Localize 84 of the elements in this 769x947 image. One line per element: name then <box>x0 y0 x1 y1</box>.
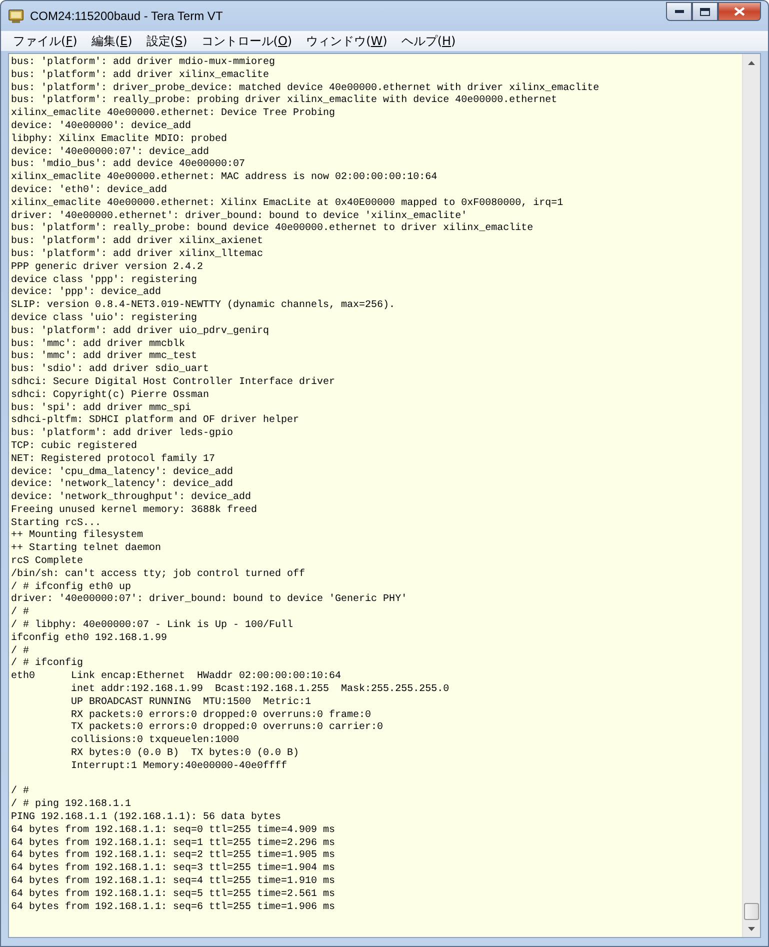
terminal-line: bus: 'platform': really_probe: probing driver xilinx_emaclite with device 40e00000.ethernet <box>11 95 558 108</box>
terminal-line: Starting rcS... <box>11 518 102 530</box>
menu-item[interactable]: ヘルプ(H) <box>394 30 463 52</box>
terminal-line: SLIP: version 0.8.4-NET3.019-NEWTTY (dynamic channels, max=256). <box>11 300 396 312</box>
terminal-line: ifconfig eth0 192.168.1.99 <box>11 632 168 646</box>
terminal-line: bus: 'platform': add driver leds-gpio <box>11 428 234 440</box>
terminal-line: bus: 'platform': add driver xilinx_emaclite <box>11 70 270 82</box>
app-icon <box>8 8 24 24</box>
terminal-line: PPP generic driver version 2.4.2 <box>11 262 204 274</box>
close-icon <box>734 7 745 16</box>
terminal-line: TCP: cubic registered <box>11 440 138 454</box>
terminal-line: 64 bytes from 192.168.1.1: seq=3 ttl=255 time=1.904 ms <box>11 863 336 876</box>
scroll-thumb[interactable] <box>744 903 759 920</box>
terminal-line: bus: 'platform': add driver uio_pdrv_genirq <box>11 326 270 338</box>
terminal-line: device: 'eth0': device_add <box>11 184 168 198</box>
terminal-line: eth0 Link encap:Ethernet HWaddr 02:00:00:00:10:64 <box>11 671 342 684</box>
terminal-line: NET: Registered protocol family 17 <box>11 454 216 466</box>
maximize-button[interactable] <box>692 2 718 21</box>
terminal-line: bus: 'mdio_bus': add device 40e00000:07 <box>11 159 246 172</box>
terminal-line: / # <box>11 607 30 620</box>
terminal-line: / # ifconfig <box>11 658 84 670</box>
menu-item[interactable]: 編集(E) <box>84 30 140 52</box>
terminal-line: bus: 'mmc': add driver mmc_test <box>11 351 198 364</box>
terminal-line: device: 'cpu_dma_latency': device_add <box>11 466 234 478</box>
terminal-line: UP BROADCAST RUNNING MTU:1500 Metric:1 <box>70 696 312 710</box>
minimize-button[interactable] <box>666 2 692 21</box>
terminal-line: xilinx_emaclite 40e00000.ethernet: Device Tree Probing <box>11 108 336 120</box>
terminal-line: RX packets:0 errors:0 dropped:0 overruns:0 frame:0 <box>70 710 372 722</box>
terminal-line: / # <box>11 646 30 658</box>
terminal-line: 64 bytes from 192.168.1.1: seq=0 ttl=255 time=4.909 ms <box>11 824 336 838</box>
terminal-line: ++ Starting telnet daemon <box>11 543 162 556</box>
maximize-icon <box>700 8 710 16</box>
terminal-line: xilinx_emaclite 40e00000.ethernet: Xilinx EmacLite at 0x40E00000 mapped to 0xF0080000, irq=1 <box>11 198 564 210</box>
minimize-icon <box>674 10 684 13</box>
terminal-line: xilinx_emaclite 40e00000.ethernet: MAC address is now 02:00:00:00:10:64 <box>11 172 438 184</box>
terminal-line: device: 'ppp': device_add <box>11 287 162 300</box>
scrollbar[interactable] <box>742 54 760 937</box>
terminal-line: / # libphy: 40e00000:07 - Link is Up - 100/Full <box>11 620 294 632</box>
window-title: COM24:115200baud - Tera Term VT <box>30 9 224 23</box>
menu-item[interactable]: ファイル(F) <box>6 30 84 52</box>
terminal-line: 64 bytes from 192.168.1.1: seq=2 ttl=255 time=1.905 ms <box>11 850 336 862</box>
terminal-line: bus: 'platform': really_probe: bound device 40e00000.ethernet to driver xilinx_emaclite <box>11 223 534 236</box>
terminal-line: TX packets:0 errors:0 dropped:0 overruns:0 carrier:0 <box>70 722 384 734</box>
terminal-line: device: 'network_latency': device_add <box>11 479 234 492</box>
terminal-line: sdhci: Copyright(c) Pierre Ossman <box>11 390 210 402</box>
down-arrow-icon <box>748 926 755 930</box>
close-button[interactable] <box>718 2 761 21</box>
terminal-line: libphy: Xilinx Emaclite MDIO: probed <box>11 134 228 146</box>
terminal-line: / # <box>11 786 30 798</box>
terminal-line: / # ifconfig eth0 up <box>11 582 132 594</box>
terminal-line: 64 bytes from 192.168.1.1: seq=6 ttl=255 time=1.906 ms <box>11 902 336 914</box>
terminal-line: bus: 'spi': add driver mmc_spi <box>11 402 192 414</box>
terminal-line: device: 'network_throughput': device_add <box>11 492 252 504</box>
terminal-line: RX bytes:0 (0.0 B) TX bytes:0 (0.0 B) <box>70 748 300 760</box>
terminal-line: ++ Mounting filesystem <box>11 530 144 542</box>
terminal-line: 64 bytes from 192.168.1.1: seq=5 ttl=255 time=2.561 ms <box>11 888 336 902</box>
terminal-line: device: '40e00000:07': device_add <box>11 146 210 158</box>
terminal-line: collisions:0 txqueuelen:1000 <box>70 735 240 748</box>
terminal-line: bus: 'platform': add driver xilinx_axienet <box>11 236 264 248</box>
terminal-line: / # ping 192.168.1.1 <box>11 799 132 812</box>
terminal-line: device class 'uio': registering <box>11 312 198 326</box>
terminal-line: 64 bytes from 192.168.1.1: seq=1 ttl=255 time=2.296 ms <box>11 838 336 850</box>
terminal-line: rcS Complete <box>11 556 84 568</box>
terminal-line: PING 192.168.1.1 (192.168.1.1): 56 data bytes <box>11 812 282 824</box>
terminal-line: inet addr:192.168.1.99 Bcast:192.168.1.255 Mask:255.255.255.0 <box>70 684 450 696</box>
terminal-line: device: '40e00000': device_add <box>11 120 192 134</box>
menu-item[interactable]: ウィンドウ(W) <box>299 30 394 52</box>
terminal-line: bus: 'platform': add driver xilinx_lltemac <box>11 248 264 262</box>
terminal-line: /bin/sh: can't access tty; job control turned off <box>11 568 306 582</box>
terminal-line: bus: 'sdio': add driver sdio_uart <box>11 364 210 376</box>
terminal-line: driver: '40e00000.ethernet': driver_bound: bound to device 'xilinx_emaclite' <box>11 210 468 222</box>
terminal-line: Freeing unused kernel memory: 3688k freed <box>11 504 258 518</box>
menu-item[interactable]: コントロール(O) <box>194 30 300 52</box>
terminal-line: bus: 'mmc': add driver mmcblk <box>11 338 186 350</box>
terminal-line: driver: '40e00000:07': driver_bound: bound to device 'Generic PHY' <box>11 594 408 606</box>
terminal-line: sdhci-pltfm: SDHCI platform and OF driver helper <box>11 415 300 428</box>
menu-item[interactable]: 設定(S) <box>139 30 194 52</box>
terminal-line: 64 bytes from 192.168.1.1: seq=4 ttl=255 time=1.910 ms <box>11 876 336 888</box>
terminal-line: sdhci: Secure Digital Host Controller Interface driver <box>11 376 336 390</box>
terminal-line: device class 'ppp': registering <box>11 274 198 286</box>
terminal-line: Interrupt:1 Memory:40e00000-40e0ffff <box>70 760 288 774</box>
terminal-line: bus: 'platform': add driver mdio-mux-mmioreg <box>11 57 276 70</box>
terminal-line: bus: 'platform': driver_probe_device: matched device 40e00000.ethernet with driver xilinx_emaclite <box>11 82 600 94</box>
up-arrow-icon <box>748 60 755 64</box>
